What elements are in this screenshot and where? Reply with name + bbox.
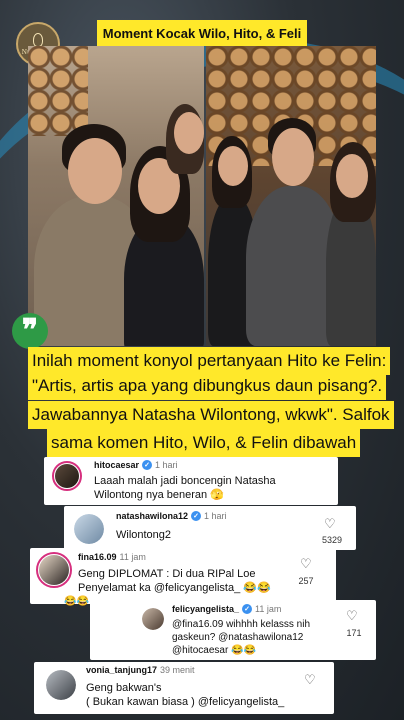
quote-icon: ❞ [12,313,48,349]
heart-icon[interactable]: ♡ [300,556,312,572]
comment-time: 11 jam [119,552,146,562]
username-text[interactable]: natashawilona12 [116,511,188,521]
brand-logo-mark-icon [33,32,43,47]
comment-line: @hitocaesar 😂😂 [172,645,256,656]
comment-username[interactable]: hitocaesar ✓ 1 hari [94,460,178,470]
avatar[interactable] [36,552,72,588]
comment-username[interactable]: natashawilona12 ✓ 1 hari [116,511,227,521]
like-count: 5329 [321,535,343,545]
comment-card: hitocaesar ✓ 1 hari Laaah malah jadi bon… [44,457,338,505]
comment-username[interactable]: fina16.09 11 jam [78,552,146,562]
comment-line: @fina16.09 wihhhh kelasss nih [172,619,311,630]
like-count: 171 [346,628,362,638]
avatar[interactable] [74,514,104,544]
verified-badge-icon: ✓ [242,604,253,614]
comment-line: Geng DIPLOMAT : Di dua RIPal Loe [78,568,256,580]
comment-username[interactable]: vonia_tanjung17 39 menit [86,665,195,675]
comment-time: 1 hari [155,460,178,470]
verified-badge-icon: ✓ [191,511,202,521]
comment-line: 😂😂 [64,596,89,607]
photo-left [28,46,204,346]
comment-time: 39 menit [160,665,195,675]
comment-card: felicyangelista_ ✓ 11 jam @fina16.09 wih… [90,600,376,660]
comment-line: Wilontong nya beneran 🫣 [94,489,224,501]
avatar[interactable] [46,670,76,700]
comment-line: gaskeun? @natashawilona12 [172,632,304,643]
comment-time: 11 jam [255,604,282,614]
post-title: Moment Kocak Wilo, Hito, & Feli [97,20,307,46]
face [174,112,204,154]
comment-card: vonia_tanjung17 39 menit Geng bakwan's (… [34,662,334,714]
comment-line: Wilontong2 [116,529,172,541]
avatar[interactable] [142,608,164,630]
comment-time: 1 hari [204,511,227,521]
comment-line: ( Bukan kawan biasa ) @felicyangelista_ [86,696,285,708]
comment-text: Geng DIPLOMAT : Di dua RIPal Loe Penyela… [64,567,271,607]
verified-badge-icon: ✓ [142,460,153,470]
comment-card: natashawilona12 ✓ 1 hari Wilontong2 ♡ 53… [64,506,356,550]
caption-line-2: "Artis, artis apa yang dibungkus daun pi… [28,372,387,400]
face [68,138,122,204]
comment-text: Laaah malah jadi boncengin Natasha Wilon… [94,474,276,502]
comment-text: Geng bakwan's ( Bukan kawan biasa ) @fel… [86,681,284,709]
username-text[interactable]: felicyangelista_ [172,604,239,614]
heart-icon[interactable]: ♡ [304,672,316,688]
heart-icon[interactable]: ♡ [324,516,336,532]
like-count: 257 [298,576,314,586]
face [218,146,248,186]
heart-icon[interactable]: ♡ [346,608,358,624]
username-text[interactable]: fina16.09 [78,552,117,562]
wood-wall-decor [28,46,88,136]
comment-text: @fina16.09 wihhhh kelasss nih gaskeun? @… [172,618,310,657]
comment-text: Wilontong2 [116,528,171,542]
caption-line-1: Inilah moment konyol pertanyaan Hito ke … [28,347,391,375]
caption-line-3: Jawabannya Natasha Wilontong, wkwk". Sal… [28,401,394,429]
comment-line: Laaah malah jadi boncengin Natasha [94,475,276,487]
username-text[interactable]: vonia_tanjung17 [86,665,157,675]
face [336,154,368,198]
avatar[interactable] [52,461,82,491]
face [272,128,314,186]
comment-line: Geng bakwan's [86,682,162,694]
comment-username[interactable]: felicyangelista_ ✓ 11 jam [172,604,281,614]
photo-right [206,46,376,346]
comment-line: Penyelamat ka @felicyangelista_ 😂😂 [78,582,271,594]
caption-line-4: sama komen Hito, Wilo, & Felin dibawah [47,429,361,457]
comment-card: fina16.09 11 jam Geng DIPLOMAT : Di dua … [30,548,336,607]
username-text[interactable]: hitocaesar [94,460,139,470]
